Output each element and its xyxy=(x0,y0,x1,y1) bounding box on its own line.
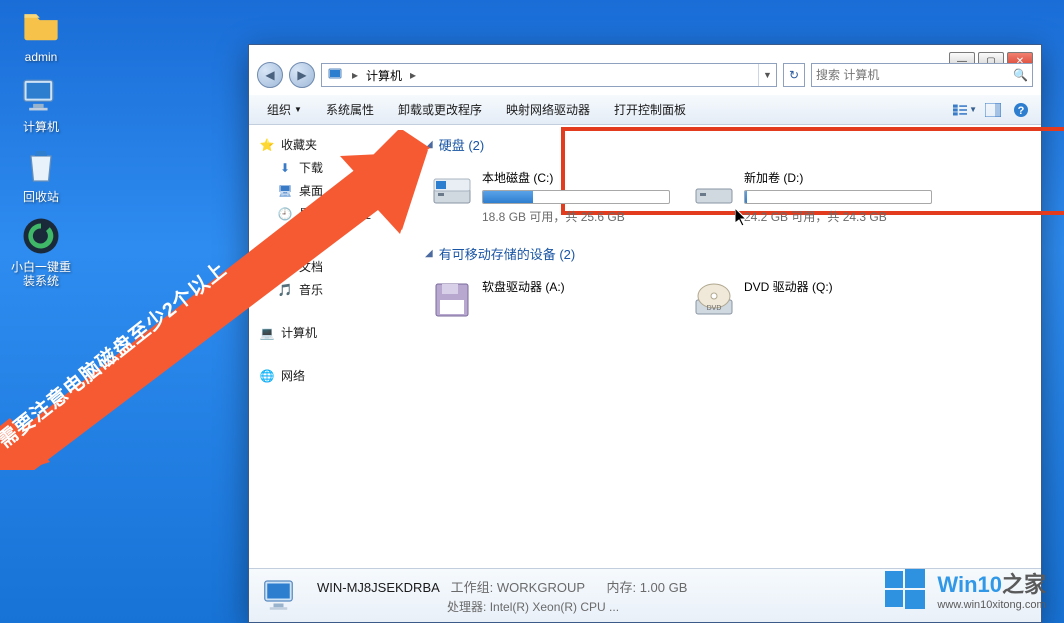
sidebar-network[interactable]: 🌐网络 xyxy=(249,364,399,387)
toolbar: 组织 ▼ 系统属性 卸载或更改程序 映射网络驱动器 打开控制面板 ▼ ? xyxy=(249,95,1041,125)
drive-floppy[interactable]: 软盘驱动器 (A:) xyxy=(425,273,675,327)
dvd-icon: DVD xyxy=(692,278,736,322)
search-input[interactable] xyxy=(816,68,1013,82)
explorer-window: — ▢ ✕ ◀ ▶ 计算机 ▼ ↻ 🔍 组织 ▼ 系统属性 卸载或更改程序 映射… xyxy=(248,44,1042,623)
toolbar-uninstall[interactable]: 卸载或更改程序 xyxy=(388,98,492,121)
desktop-icon-computer[interactable]: 计算机 xyxy=(6,74,76,134)
toolbar-sysprops[interactable]: 系统属性 xyxy=(316,98,384,121)
desktop-icon-reinstall[interactable]: 小白一键重 装系统 xyxy=(6,214,76,288)
toolbar-preview-button[interactable] xyxy=(981,98,1005,122)
toolbar-controlpanel[interactable]: 打开控制面板 xyxy=(604,98,696,121)
sidebar-docs[interactable]: 📄文档 xyxy=(249,255,399,278)
network-icon: 🌐 xyxy=(259,368,275,384)
sidebar-desktop[interactable]: 🖥桌面 xyxy=(249,179,399,202)
recycle-bin-icon xyxy=(19,144,63,188)
folder-icon xyxy=(19,4,63,48)
watermark: Win10之家 www.win10xitong.com xyxy=(873,563,1056,615)
sidebar-favorites[interactable]: ⭐收藏夹 xyxy=(249,133,399,156)
download-icon: ⬇ xyxy=(277,160,293,176)
sidebar-downloads[interactable]: ⬇下载 xyxy=(249,156,399,179)
toolbar-organize[interactable]: 组织 ▼ xyxy=(257,98,312,121)
drive-dvd[interactable]: DVD DVD 驱动器 (Q:) xyxy=(687,273,937,327)
svg-text:DVD: DVD xyxy=(707,305,722,312)
hard-drive-icon xyxy=(692,169,736,213)
computer-icon: 💻 xyxy=(259,325,275,341)
star-icon: ⭐ xyxy=(259,137,275,153)
desktop-icon: 🖥 xyxy=(277,183,293,199)
floppy-icon xyxy=(430,278,474,322)
music-icon: 🎵 xyxy=(277,282,293,298)
drive-d[interactable]: 新加卷 (D:) 24.2 GB 可用，共 24.3 GB xyxy=(687,164,937,230)
sidebar: ⭐收藏夹 ⬇下载 🖥桌面 🕘最近访问的位 📄文档 🎵音乐 💻计算机 🌐网络 xyxy=(249,125,399,568)
sidebar-computer[interactable]: 💻计算机 xyxy=(249,321,399,344)
breadcrumb-dropdown[interactable]: ▼ xyxy=(758,64,776,86)
group-disks[interactable]: ◢硬盘 (2) xyxy=(425,135,1035,154)
nav-row: ◀ ▶ 计算机 ▼ ↻ 🔍 xyxy=(257,59,1033,91)
toolbar-view-button[interactable]: ▼ xyxy=(953,98,977,122)
chevron-down-icon: ◢ xyxy=(425,139,433,150)
toolbar-mapdrive[interactable]: 映射网络驱动器 xyxy=(496,98,600,121)
recent-icon: 🕘 xyxy=(277,206,293,222)
desktop-icon-recycle[interactable]: 回收站 xyxy=(6,144,76,204)
group-removable[interactable]: ◢有可移动存储的设备 (2) xyxy=(425,244,1035,263)
refresh-button[interactable]: ↻ xyxy=(783,63,805,87)
content-area: ◢硬盘 (2) 本地磁盘 (C:) 18.8 GB 可用，共 25.6 GB xyxy=(399,125,1041,568)
breadcrumb-seg-computer[interactable]: 计算机 xyxy=(360,67,408,84)
computer-name: WIN-MJ8JSEKDRBA xyxy=(317,580,440,595)
breadcrumb[interactable]: 计算机 ▼ xyxy=(321,63,777,87)
search-box[interactable]: 🔍 xyxy=(811,63,1033,87)
nav-fwd-button[interactable]: ▶ xyxy=(289,62,315,88)
desktop-icon-admin[interactable]: admin xyxy=(6,4,76,64)
sidebar-music[interactable]: 🎵音乐 xyxy=(249,278,399,301)
drive-c-capacity-bar xyxy=(482,190,670,204)
desktop-icons: admin 计算机 回收站 小白一键重 装系统 xyxy=(0,0,82,292)
svg-text:?: ? xyxy=(1018,105,1025,117)
chevron-down-icon: ◢ xyxy=(425,248,433,259)
toolbar-help-button[interactable]: ? xyxy=(1009,98,1033,122)
breadcrumb-root-icon[interactable] xyxy=(322,67,350,83)
sidebar-recent[interactable]: 🕘最近访问的位 xyxy=(249,202,399,225)
reinstall-icon xyxy=(19,214,63,258)
drive-d-capacity-bar xyxy=(744,190,932,204)
nav-back-button[interactable]: ◀ xyxy=(257,62,283,88)
search-icon[interactable]: 🔍 xyxy=(1013,68,1028,82)
computer-icon xyxy=(261,576,301,616)
hard-drive-icon xyxy=(430,169,474,213)
drive-c[interactable]: 本地磁盘 (C:) 18.8 GB 可用，共 25.6 GB xyxy=(425,164,675,230)
docs-icon: 📄 xyxy=(277,259,293,275)
computer-icon xyxy=(19,74,63,118)
windows-logo-icon xyxy=(883,567,927,611)
